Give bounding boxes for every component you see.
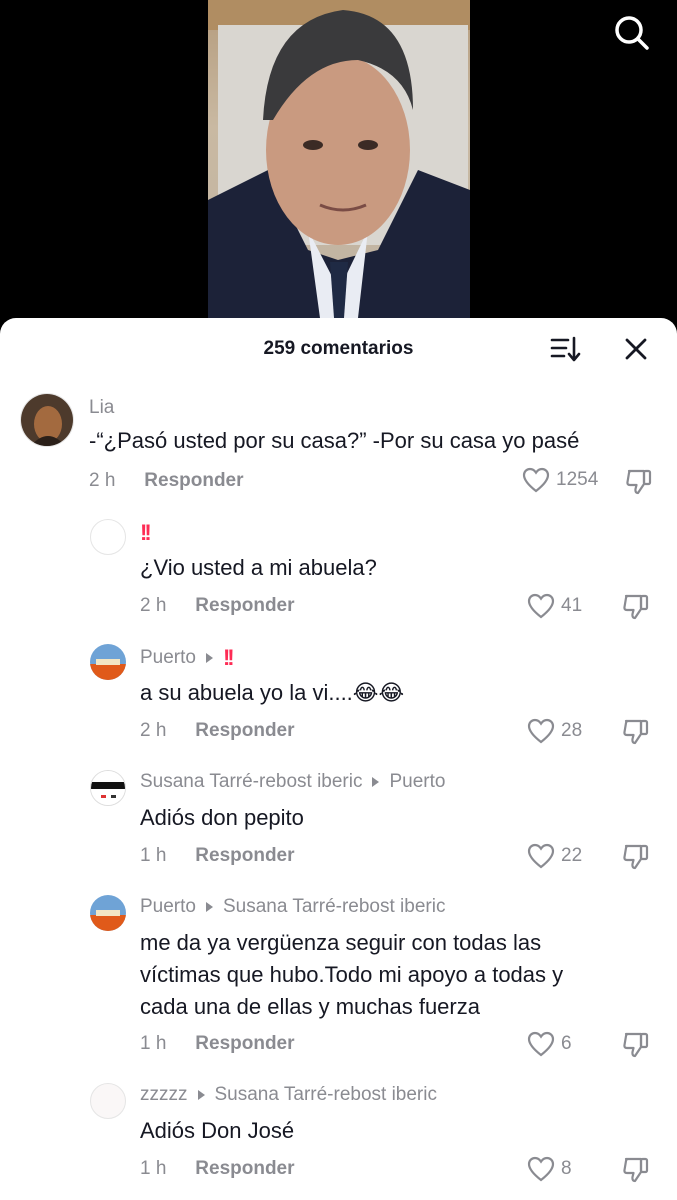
sort-button[interactable] xyxy=(550,335,582,363)
username-text[interactable]: Lia xyxy=(89,397,114,419)
comment-text: Adiós Don José xyxy=(140,1118,295,1143)
comment-username[interactable]: zzzzz Susana Tarré-rebost iberic xyxy=(140,1084,437,1106)
badge-icon: !! xyxy=(140,520,152,545)
dislike-button[interactable] xyxy=(622,1031,650,1059)
like-button[interactable]: 22 xyxy=(527,843,582,869)
comment-text: -“¿Pasó usted por su casa?” -Por su casa… xyxy=(89,428,580,453)
like-button[interactable]: 28 xyxy=(527,718,582,744)
like-button[interactable]: 6 xyxy=(527,1031,572,1057)
reply-button[interactable]: Responder xyxy=(195,720,294,741)
reply-arrow-icon xyxy=(205,653,213,663)
heart-icon xyxy=(527,593,555,619)
dislike-button[interactable] xyxy=(622,843,650,871)
comment-text: a su abuela yo la vi....😂😂 xyxy=(140,680,405,705)
comment-meta: 1 h Responder xyxy=(140,1033,295,1055)
like-count: 22 xyxy=(561,845,583,866)
comment-item: Susana Tarré-rebost iberic Puerto Adiós … xyxy=(0,766,677,876)
comment-text: me da ya vergüenza seguir con todas las … xyxy=(140,927,563,1023)
avatar[interactable] xyxy=(90,895,126,931)
video-player[interactable] xyxy=(0,0,677,340)
close-button[interactable] xyxy=(622,335,650,363)
comment-meta: 2 h Responder xyxy=(140,595,295,617)
heart-icon xyxy=(527,718,555,744)
like-button[interactable]: 41 xyxy=(527,593,582,619)
reply-arrow-icon xyxy=(205,902,213,912)
comment-username[interactable]: Susana Tarré-rebost iberic Puerto xyxy=(140,771,445,793)
like-button[interactable]: 8 xyxy=(527,1156,572,1182)
heart-icon xyxy=(527,1031,555,1057)
comment-text: ¿Vio usted a mi abuela? xyxy=(140,555,377,580)
avatar[interactable] xyxy=(90,644,126,680)
comment-text: Adiós don pepito xyxy=(140,805,304,830)
comments-header: 259 comentarios xyxy=(0,318,677,380)
comment-text-line: me da ya vergüenza seguir con todas las xyxy=(140,930,542,955)
heart-icon xyxy=(522,467,550,493)
comment-time: 2 h xyxy=(140,595,167,616)
username-text[interactable]: Susana Tarré-rebost iberic xyxy=(140,771,362,793)
dislike-button[interactable] xyxy=(622,718,650,746)
avatar[interactable] xyxy=(90,770,126,806)
avatar[interactable] xyxy=(90,519,126,555)
comment-meta: 2 h Responder xyxy=(140,720,295,742)
reply-button[interactable]: Responder xyxy=(144,470,243,491)
reply-button[interactable]: Responder xyxy=(195,1033,294,1054)
dislike-button[interactable] xyxy=(625,468,653,496)
thumbs-down-icon xyxy=(623,594,649,620)
like-count: 8 xyxy=(561,1158,572,1179)
search-icon xyxy=(615,16,649,50)
comment-time: 1 h xyxy=(140,845,167,866)
comment-item: Lia -“¿Pasó usted por su casa?” -Por su … xyxy=(0,385,677,495)
comment-time: 2 h xyxy=(89,470,116,491)
search-button[interactable] xyxy=(611,12,653,54)
comment-username[interactable]: !! xyxy=(140,520,152,546)
comment-text-line: víctimas que hubo.Todo mi apoyo a todas … xyxy=(140,962,564,987)
comment-item: Puerto !! a su abuela yo la vi....😂😂 2 h… xyxy=(0,640,677,750)
comment-time: 1 h xyxy=(140,1033,167,1054)
comment-item: zzzzz Susana Tarré-rebost iberic Adiós D… xyxy=(0,1079,677,1200)
thumbs-down-icon xyxy=(623,844,649,870)
username-text[interactable]: Puerto xyxy=(140,647,196,669)
comment-text-line: cada una de ellas y muchas fuerza xyxy=(140,994,480,1019)
badge-icon: !! xyxy=(222,645,235,670)
thumbs-down-icon xyxy=(623,1157,649,1183)
heart-icon xyxy=(527,1156,555,1182)
like-button[interactable]: 1254 xyxy=(522,467,598,493)
video-person-image xyxy=(208,0,470,318)
reply-to-username[interactable]: Susana Tarré-rebost iberic xyxy=(215,1084,437,1106)
dislike-button[interactable] xyxy=(622,593,650,621)
like-count: 6 xyxy=(561,1033,572,1054)
reply-button[interactable]: Responder xyxy=(195,1158,294,1179)
like-count: 28 xyxy=(561,720,583,741)
avatar[interactable] xyxy=(90,1083,126,1119)
comment-time: 2 h xyxy=(140,720,167,741)
username-text[interactable]: zzzzz xyxy=(140,1084,188,1106)
dislike-button[interactable] xyxy=(622,1156,650,1184)
reply-to-username[interactable]: Susana Tarré-rebost iberic xyxy=(223,896,445,918)
thumbs-down-icon xyxy=(623,1032,649,1058)
reply-button[interactable]: Responder xyxy=(195,845,294,866)
comment-item: !! ¿Vio usted a mi abuela? 2 h Responder… xyxy=(0,515,677,625)
comment-meta: 1 h Responder xyxy=(140,845,295,867)
reply-to-username[interactable]: Puerto xyxy=(389,771,445,793)
comment-meta: 1 h Responder xyxy=(140,1158,295,1180)
reply-button[interactable]: Responder xyxy=(195,595,294,616)
reply-arrow-icon xyxy=(372,777,380,787)
comment-item: Puerto Susana Tarré-rebost iberic me da … xyxy=(0,891,677,1061)
thumbs-down-icon xyxy=(623,719,649,745)
sort-icon xyxy=(550,336,581,362)
like-count: 1254 xyxy=(556,469,599,490)
comment-time: 1 h xyxy=(140,1158,167,1179)
heart-icon xyxy=(527,843,555,869)
comment-meta: 2 h Responder xyxy=(89,470,244,492)
close-icon xyxy=(625,338,647,360)
username-text[interactable]: Puerto xyxy=(140,896,196,918)
comment-username[interactable]: Puerto !! xyxy=(140,645,235,671)
video-thumbnail[interactable] xyxy=(208,0,470,318)
thumbs-down-icon xyxy=(626,469,652,495)
like-count: 41 xyxy=(561,595,583,616)
reply-arrow-icon xyxy=(197,1090,205,1100)
comment-username[interactable]: Lia xyxy=(89,397,114,419)
avatar[interactable] xyxy=(20,393,74,447)
comment-username[interactable]: Puerto Susana Tarré-rebost iberic xyxy=(140,896,445,918)
